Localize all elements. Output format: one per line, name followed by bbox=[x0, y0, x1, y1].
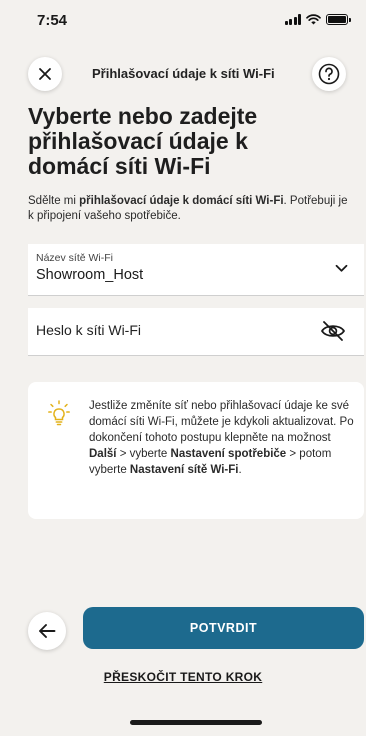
chevron-down-icon bbox=[335, 264, 348, 272]
info-bold: Další bbox=[89, 448, 117, 460]
arrow-left-icon bbox=[39, 624, 56, 638]
wifi-credentials-screen: 7:54 Přihlašovací údaje k síti Wi-Fi Vyb… bbox=[0, 0, 366, 736]
subtext-bold: přihlašovací údaje k domácí síti Wi-Fi bbox=[79, 195, 284, 207]
header-title: Přihlašovací údaje k síti Wi-Fi bbox=[92, 66, 275, 81]
eye-off-icon[interactable] bbox=[320, 320, 346, 342]
help-icon bbox=[318, 63, 340, 85]
status-time: 7:54 bbox=[37, 12, 68, 29]
info-text-part: Jestliže změníte síť nebo přihlašovací ú… bbox=[89, 400, 354, 444]
confirm-button[interactable]: POTVRDIT bbox=[83, 607, 364, 649]
close-icon bbox=[39, 68, 51, 80]
status-bar: 7:54 bbox=[0, 0, 366, 44]
status-icons bbox=[284, 14, 351, 25]
signal-icon bbox=[284, 14, 301, 25]
info-card: Jestliže změníte síť nebo přihlašovací ú… bbox=[28, 382, 364, 519]
password-placeholder: Heslo k síti Wi-Fi bbox=[36, 322, 141, 338]
close-button[interactable] bbox=[28, 57, 62, 91]
ssid-label: Název sítě Wi-Fi bbox=[36, 252, 114, 264]
battery-icon bbox=[326, 14, 351, 25]
help-button[interactable] bbox=[312, 57, 346, 91]
page-title: Vyberte nebo zadejte přihlašovací údaje … bbox=[28, 103, 258, 179]
password-field[interactable]: Heslo k síti Wi-Fi bbox=[28, 308, 364, 356]
subtext-part: Sdělte mi bbox=[28, 195, 80, 207]
info-text-part: . bbox=[238, 464, 242, 476]
wifi-icon bbox=[306, 14, 321, 25]
info-bold: Nastavení spotřebiče bbox=[170, 448, 287, 460]
info-text-part: > vyberte bbox=[116, 448, 171, 460]
info-bold: Nastavení sítě Wi-Fi bbox=[129, 464, 239, 476]
home-indicator bbox=[130, 720, 262, 725]
header: Přihlašovací údaje k síti Wi-Fi bbox=[0, 55, 366, 95]
skip-step-link[interactable]: PŘESKOČIT TENTO KROK bbox=[0, 670, 366, 684]
ssid-select[interactable]: Název sítě Wi-Fi Showroom_Host bbox=[28, 244, 364, 296]
page-subtext: Sdělte mi přihlašovací údaje k domácí sí… bbox=[28, 194, 348, 224]
lightbulb-icon bbox=[48, 400, 70, 426]
back-button[interactable] bbox=[28, 612, 66, 650]
ssid-value: Showroom_Host bbox=[36, 267, 144, 283]
info-text: Jestliže změníte síť nebo přihlašovací ú… bbox=[89, 398, 355, 478]
